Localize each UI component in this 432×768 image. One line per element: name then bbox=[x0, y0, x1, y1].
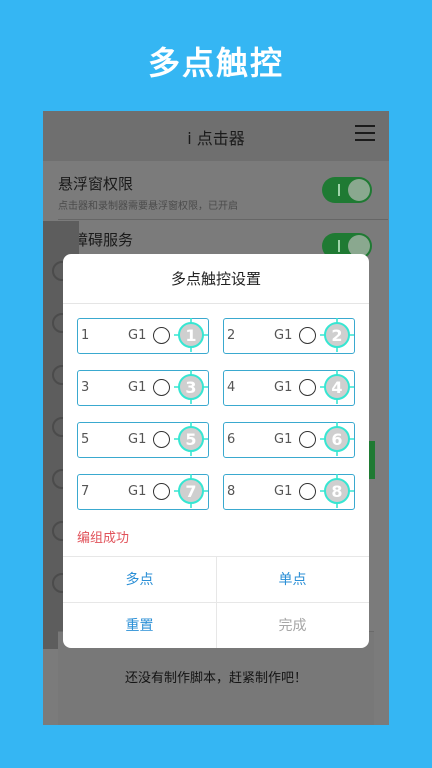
radio-circle-icon[interactable] bbox=[299, 431, 316, 448]
radio-circle-icon[interactable] bbox=[299, 483, 316, 500]
status-message: 编组成功 bbox=[77, 531, 130, 546]
touch-slot[interactable]: 6 G1 6 bbox=[223, 422, 355, 458]
setting-subtitle: 点击器和录制器需要悬浮窗权限，已开启 bbox=[58, 201, 238, 212]
divider bbox=[63, 303, 369, 304]
touch-slot[interactable]: 8 G1 8 bbox=[223, 474, 355, 510]
radio-circle-icon[interactable] bbox=[153, 483, 170, 500]
slot-number: 1 bbox=[81, 328, 90, 343]
app-header: i 点击器 bbox=[43, 111, 389, 161]
slot-number: 3 bbox=[81, 380, 90, 395]
reset-button[interactable]: 重置 bbox=[63, 603, 216, 648]
setting-title: 悬浮窗权限 bbox=[58, 175, 134, 193]
touch-target-number: 2 bbox=[331, 326, 342, 345]
touch-slot[interactable]: 7 G1 7 bbox=[77, 474, 209, 510]
touch-target-number: 7 bbox=[185, 482, 196, 501]
touch-slot[interactable]: 2 G1 2 bbox=[223, 318, 355, 354]
radio-circle-icon[interactable] bbox=[299, 379, 316, 396]
empty-script-message: 还没有制作脚本，赶紧制作吧！ bbox=[124, 671, 307, 686]
touch-target-number: 4 bbox=[331, 378, 342, 397]
slot-group-label: G1 bbox=[128, 380, 147, 395]
slot-number: 4 bbox=[227, 380, 236, 395]
slot-group-label: G1 bbox=[274, 484, 293, 499]
touch-target-number: 6 bbox=[331, 430, 342, 449]
slot-group-label: G1 bbox=[128, 484, 147, 499]
app-title: i 点击器 bbox=[187, 129, 245, 148]
slot-number: 6 bbox=[227, 432, 236, 447]
touch-target-icon[interactable]: 7 bbox=[174, 474, 208, 508]
touch-slot[interactable]: 1 G1 1 bbox=[77, 318, 209, 354]
radio-circle-icon[interactable] bbox=[299, 327, 316, 344]
dialog-actions: 多点 单点 重置 完成 bbox=[63, 556, 369, 648]
touch-target-number: 5 bbox=[185, 430, 196, 449]
multi-touch-settings-dialog: 多点触控设置 1 G1 1 2 G1 2 3 G1 3 4 G1 4 5 G1 5 6 G1 6 7 G1 7 8 G1 8 … bbox=[63, 254, 369, 648]
touch-slot[interactable]: 3 G1 3 bbox=[77, 370, 209, 406]
banner-title: 多点触控 bbox=[147, 44, 284, 82]
touch-target-icon[interactable]: 3 bbox=[174, 370, 208, 404]
touch-target-icon[interactable]: 2 bbox=[320, 318, 354, 352]
radio-circle-icon[interactable] bbox=[153, 379, 170, 396]
slot-group-label: G1 bbox=[128, 328, 147, 343]
divider bbox=[58, 219, 388, 220]
slot-number: 8 bbox=[227, 484, 236, 499]
touch-target-icon[interactable]: 6 bbox=[320, 422, 354, 456]
slot-group-label: G1 bbox=[128, 432, 147, 447]
slot-group-label: G1 bbox=[274, 380, 293, 395]
overlay-permission-toggle[interactable] bbox=[322, 177, 372, 203]
touch-target-icon[interactable]: 8 bbox=[320, 474, 354, 508]
slot-number: 2 bbox=[227, 328, 236, 343]
slot-group-label: G1 bbox=[274, 432, 293, 447]
touch-target-number: 3 bbox=[185, 378, 196, 397]
radio-circle-icon[interactable] bbox=[153, 327, 170, 344]
setting-overlay-permission[interactable]: 悬浮窗权限 点击器和录制器需要悬浮窗权限，已开启 bbox=[43, 165, 389, 219]
touch-slot[interactable]: 5 G1 5 bbox=[77, 422, 209, 458]
touch-target-icon[interactable]: 5 bbox=[174, 422, 208, 456]
dialog-title: 多点触控设置 bbox=[170, 270, 261, 288]
hamburger-menu-icon[interactable] bbox=[355, 125, 375, 143]
radio-circle-icon[interactable] bbox=[153, 431, 170, 448]
touch-target-number: 1 bbox=[185, 326, 196, 345]
touch-target-icon[interactable]: 1 bbox=[174, 318, 208, 352]
slot-number: 7 bbox=[81, 484, 90, 499]
multi-point-button[interactable]: 多点 bbox=[63, 557, 216, 603]
slot-group-label: G1 bbox=[274, 328, 293, 343]
single-point-button[interactable]: 单点 bbox=[216, 557, 369, 603]
touch-target-number: 8 bbox=[331, 482, 342, 501]
touch-target-icon[interactable]: 4 bbox=[320, 370, 354, 404]
slot-number: 5 bbox=[81, 432, 90, 447]
done-button[interactable]: 完成 bbox=[216, 603, 369, 648]
touch-slot[interactable]: 4 G1 4 bbox=[223, 370, 355, 406]
